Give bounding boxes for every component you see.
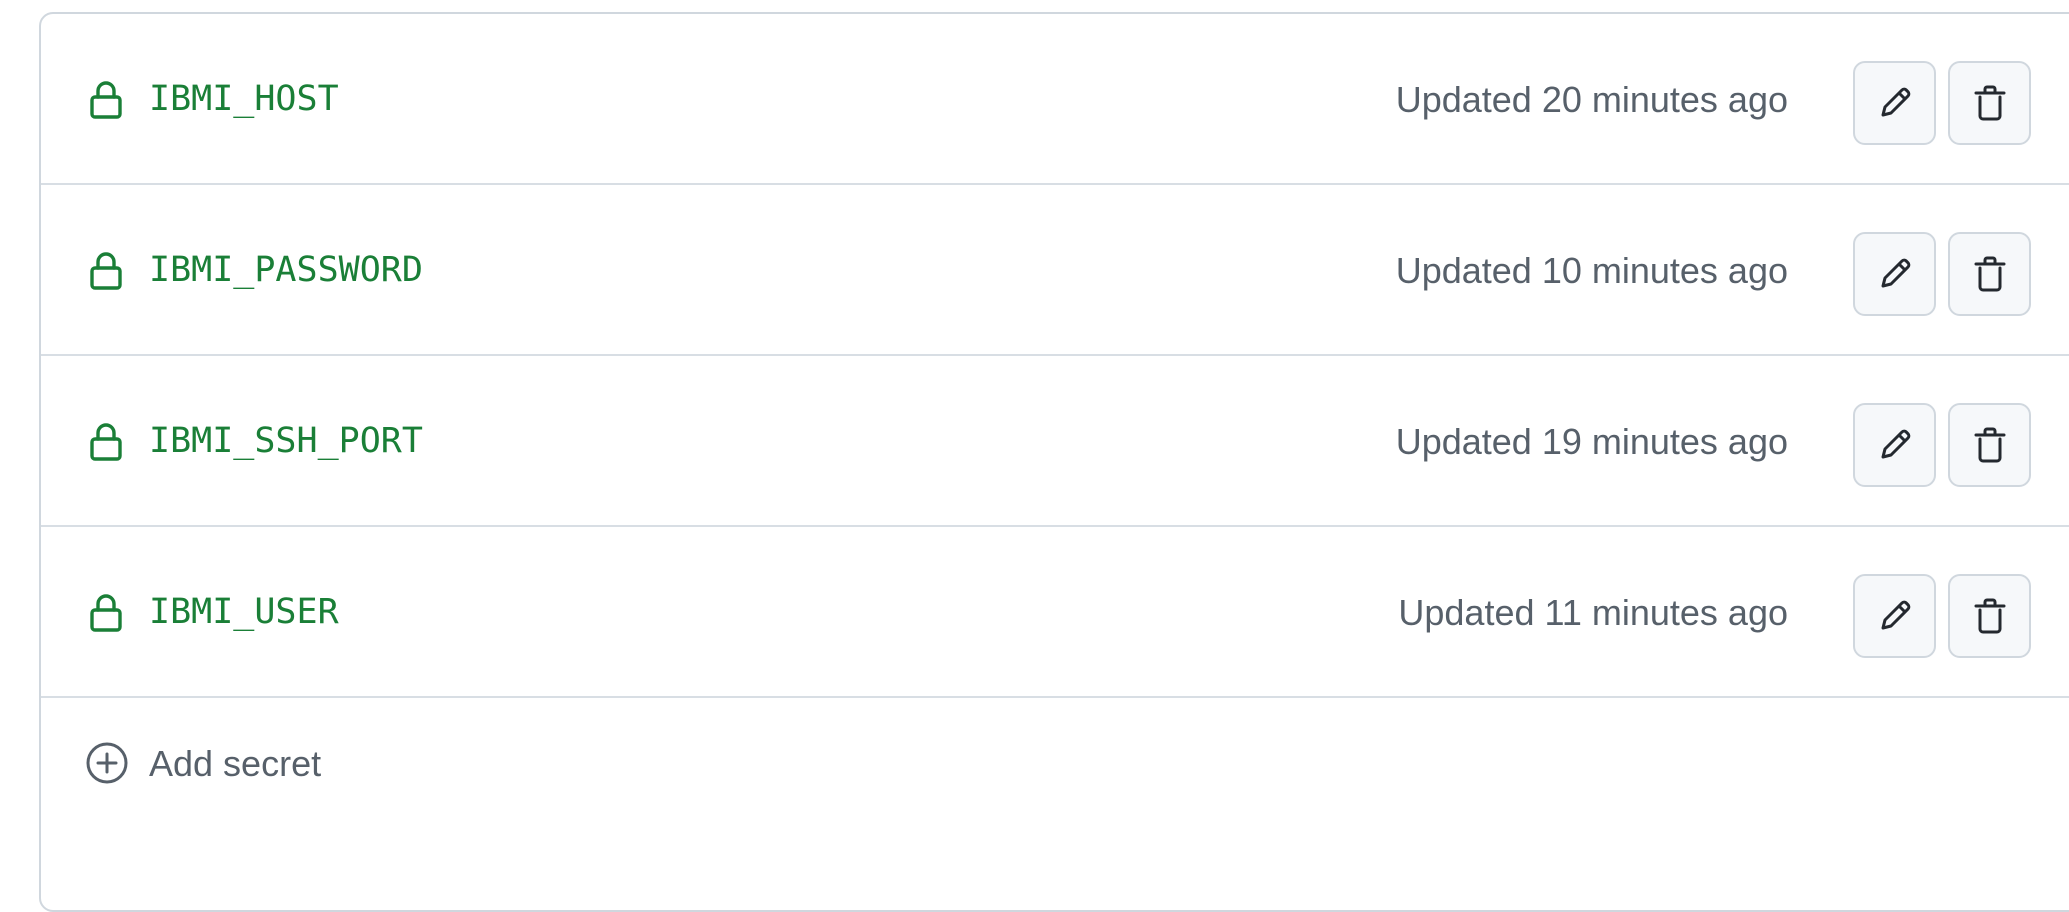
trash-icon (1974, 598, 2005, 634)
edit-secret-button[interactable] (1853, 61, 1936, 145)
edit-secret-button[interactable] (1853, 574, 1936, 658)
updated-time: Updated 20 minutes ago (1395, 79, 1788, 120)
delete-secret-button[interactable] (1948, 574, 2031, 658)
plus-circle-icon (86, 742, 128, 784)
pencil-icon (1881, 429, 1910, 459)
edit-secret-button[interactable] (1853, 403, 1936, 487)
edit-secret-button[interactable] (1853, 232, 1936, 316)
updated-time: Updated 11 minutes ago (1398, 592, 1788, 633)
secret-row: IBMI_SSH_PORT Updated 19 minutes ago (41, 356, 2069, 527)
delete-secret-button[interactable] (1948, 403, 2031, 487)
trash-icon (1974, 256, 2005, 292)
secret-row: IBMI_HOST Updated 20 minutes ago (41, 14, 2069, 185)
secrets-list: IBMI_HOST Updated 20 minutes ago IBMI_PA… (39, 12, 2069, 912)
secret-row: IBMI_USER Updated 11 minutes ago (41, 527, 2069, 698)
delete-secret-button[interactable] (1948, 232, 2031, 316)
trash-icon (1974, 85, 2005, 121)
pencil-icon (1881, 258, 1910, 288)
updated-container: Updated 11 minutes ago (41, 527, 1788, 698)
secret-row: IBMI_PASSWORD Updated 10 minutes ago (41, 185, 2069, 356)
updated-time: Updated 19 minutes ago (1395, 421, 1788, 462)
pencil-icon (1881, 600, 1910, 630)
pencil-icon (1881, 87, 1910, 117)
add-secret-label: Add secret (149, 743, 322, 784)
add-secret-button[interactable]: Add secret (41, 698, 2069, 838)
delete-secret-button[interactable] (1948, 61, 2031, 145)
updated-container: Updated 20 minutes ago (41, 14, 1788, 185)
updated-time: Updated 10 minutes ago (1395, 250, 1788, 291)
updated-container: Updated 19 minutes ago (41, 356, 1788, 527)
updated-container: Updated 10 minutes ago (41, 185, 1788, 356)
trash-icon (1974, 427, 2005, 463)
